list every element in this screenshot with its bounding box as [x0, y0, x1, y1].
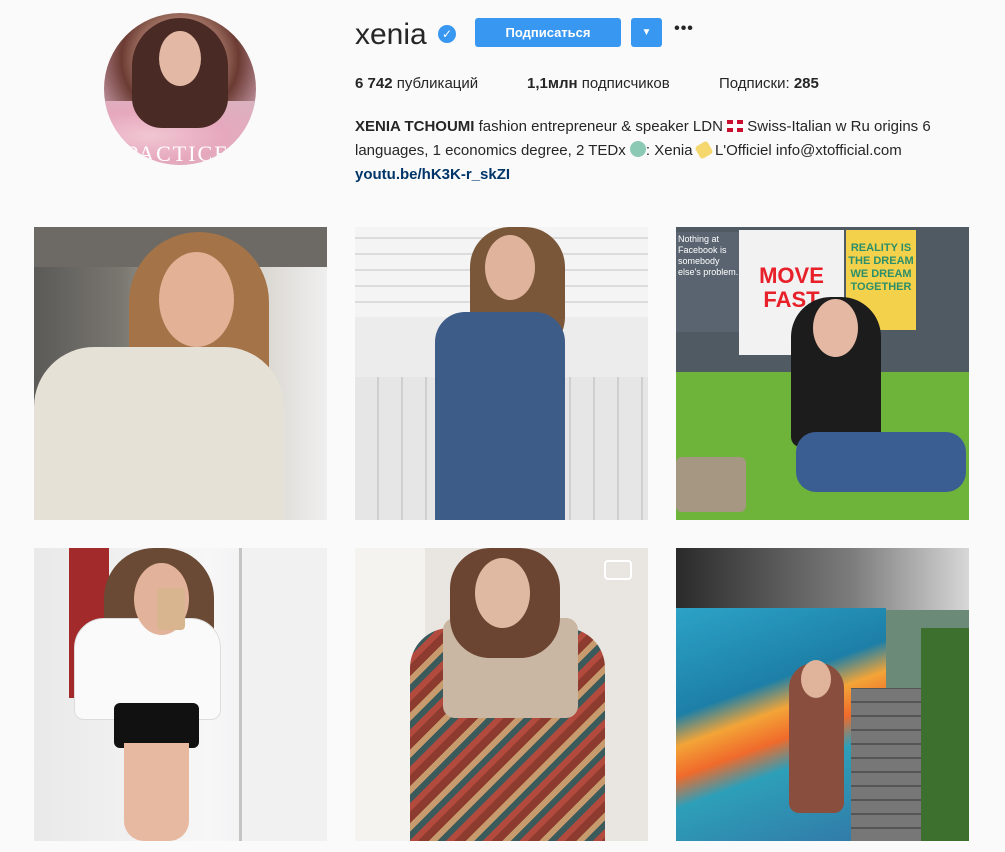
posts-stat: 6 742 публикаций [355, 75, 478, 92]
poster-facebook: Nothing at Facebook is somebody else's p… [676, 232, 741, 332]
post-tile-4[interactable] [34, 548, 327, 841]
post-tile-1[interactable] [34, 227, 327, 520]
followers-stat[interactable]: 1,1млн подписчиков [527, 75, 670, 92]
post-image [34, 548, 327, 841]
bio-external-link[interactable]: youtu.be/hK3K-r_skZI [355, 166, 510, 183]
followers-count: 1,1млн [527, 75, 578, 92]
avatar-face [159, 31, 201, 86]
post-image [34, 227, 327, 520]
posts-count: 6 742 [355, 75, 393, 92]
avatar-magazine-text: PACTICE [126, 141, 230, 165]
following-count: 285 [793, 75, 819, 92]
post-tile-6[interactable] [676, 548, 969, 841]
followers-label: подписчиков [581, 75, 670, 92]
brain-emoji-icon [629, 141, 646, 157]
post-image [355, 548, 648, 841]
uk-flag-icon [727, 120, 744, 132]
pencil-emoji-icon [694, 140, 714, 160]
verified-badge-icon: ✓ [438, 25, 456, 43]
bio-text-1: fashion entrepreneur & speaker LDN [478, 118, 723, 135]
bio-text-3: : Xenia [645, 142, 693, 159]
posts-label: публикаций [396, 75, 479, 92]
profile-username: xenia [355, 18, 427, 51]
post-tile-3[interactable]: Nothing at Facebook is somebody else's p… [676, 227, 969, 520]
profile-bio: XENIA TCHOUMI fashion entrepreneur & spe… [355, 115, 975, 187]
post-image [676, 548, 969, 841]
chevron-down-icon: ▼ [641, 27, 652, 38]
bio-full-name: XENIA TCHOUMI [355, 118, 475, 135]
following-label: Подписки: [719, 75, 790, 92]
post-tile-5[interactable] [355, 548, 648, 841]
video-camera-icon [604, 560, 632, 580]
bio-text-4: L'Officiel info@xtofficial.com [714, 142, 902, 159]
more-options-icon[interactable]: ••• [674, 21, 694, 42]
follow-button[interactable]: Подписаться [475, 18, 621, 47]
suggested-dropdown-button[interactable]: ▼ [631, 18, 662, 47]
post-image [355, 227, 648, 520]
following-stat[interactable]: Подписки: 285 [719, 75, 819, 92]
post-tile-2[interactable] [355, 227, 648, 520]
post-image: Nothing at Facebook is somebody else's p… [676, 227, 969, 520]
profile-avatar[interactable]: PACTICE [104, 13, 256, 165]
